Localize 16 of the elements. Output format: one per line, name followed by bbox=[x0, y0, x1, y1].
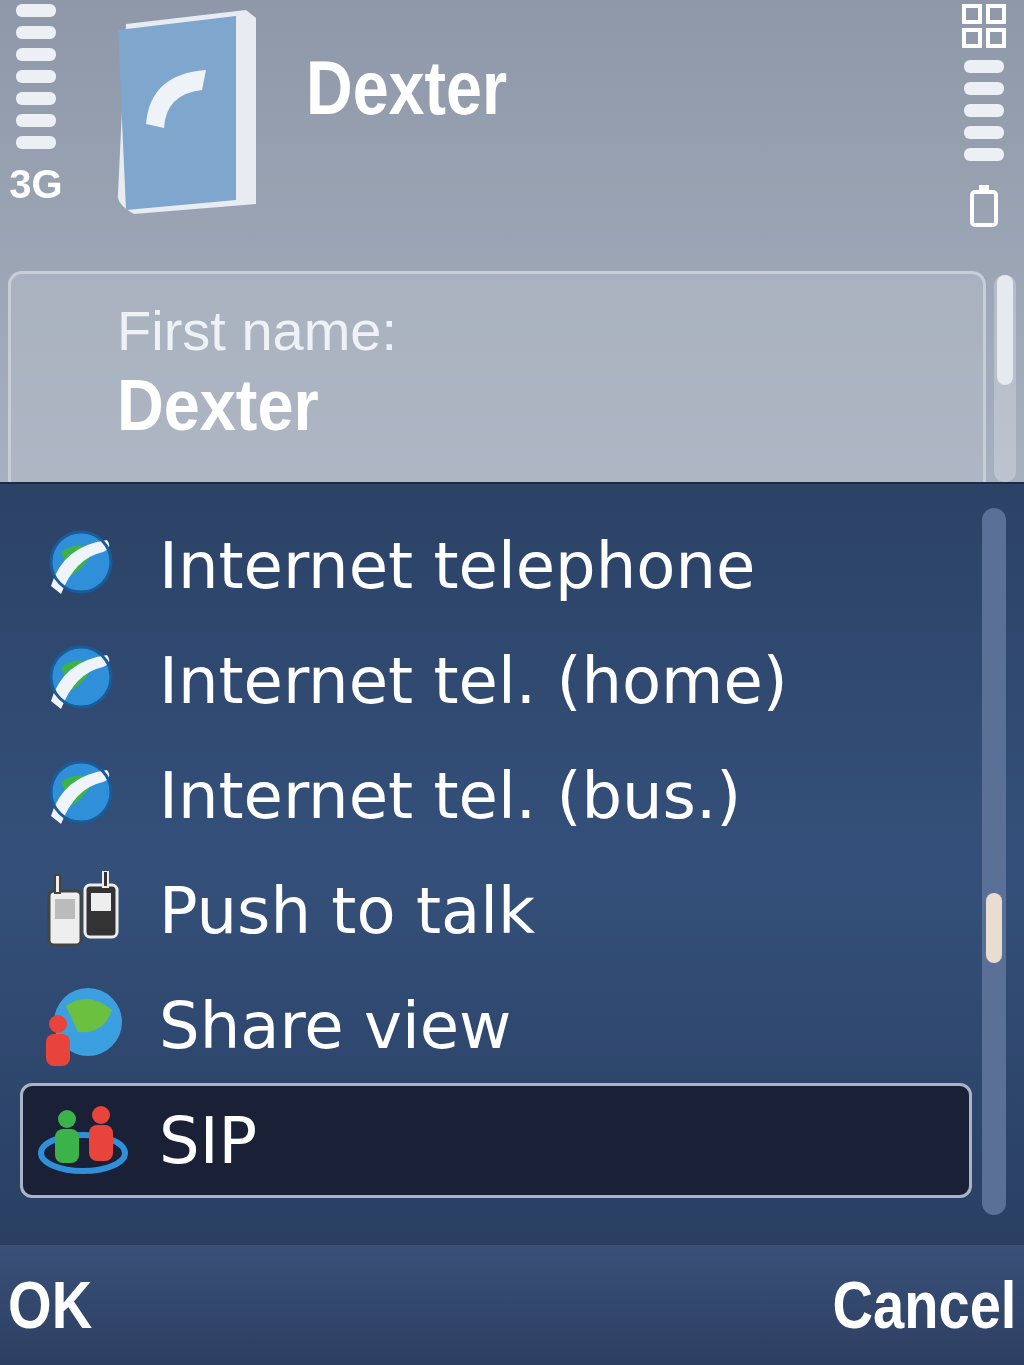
menu-item[interactable]: Internet tel. (bus.) bbox=[20, 738, 972, 853]
battery-icon bbox=[969, 184, 999, 228]
menu-item[interactable]: Internet telephone bbox=[20, 508, 972, 623]
field-label: First name: bbox=[117, 300, 399, 362]
menu-scrollbar[interactable] bbox=[982, 508, 1006, 1215]
menu-item[interactable]: Internet tel. (home) bbox=[20, 623, 972, 738]
menu-item[interactable]: Share view bbox=[20, 968, 972, 1083]
cancel-softkey[interactable]: Cancel bbox=[832, 1267, 1016, 1343]
field-value: Dexter bbox=[117, 363, 320, 447]
menu-item[interactable]: Push to talk bbox=[20, 853, 972, 968]
window-title: Dexter bbox=[306, 44, 509, 131]
ok-softkey[interactable]: OK bbox=[8, 1267, 93, 1343]
apps-grid-icon[interactable] bbox=[962, 4, 1006, 48]
scrollbar[interactable] bbox=[994, 275, 1016, 482]
network-type: 3G bbox=[9, 164, 63, 204]
menu-item[interactable]: SIP bbox=[20, 1083, 972, 1198]
